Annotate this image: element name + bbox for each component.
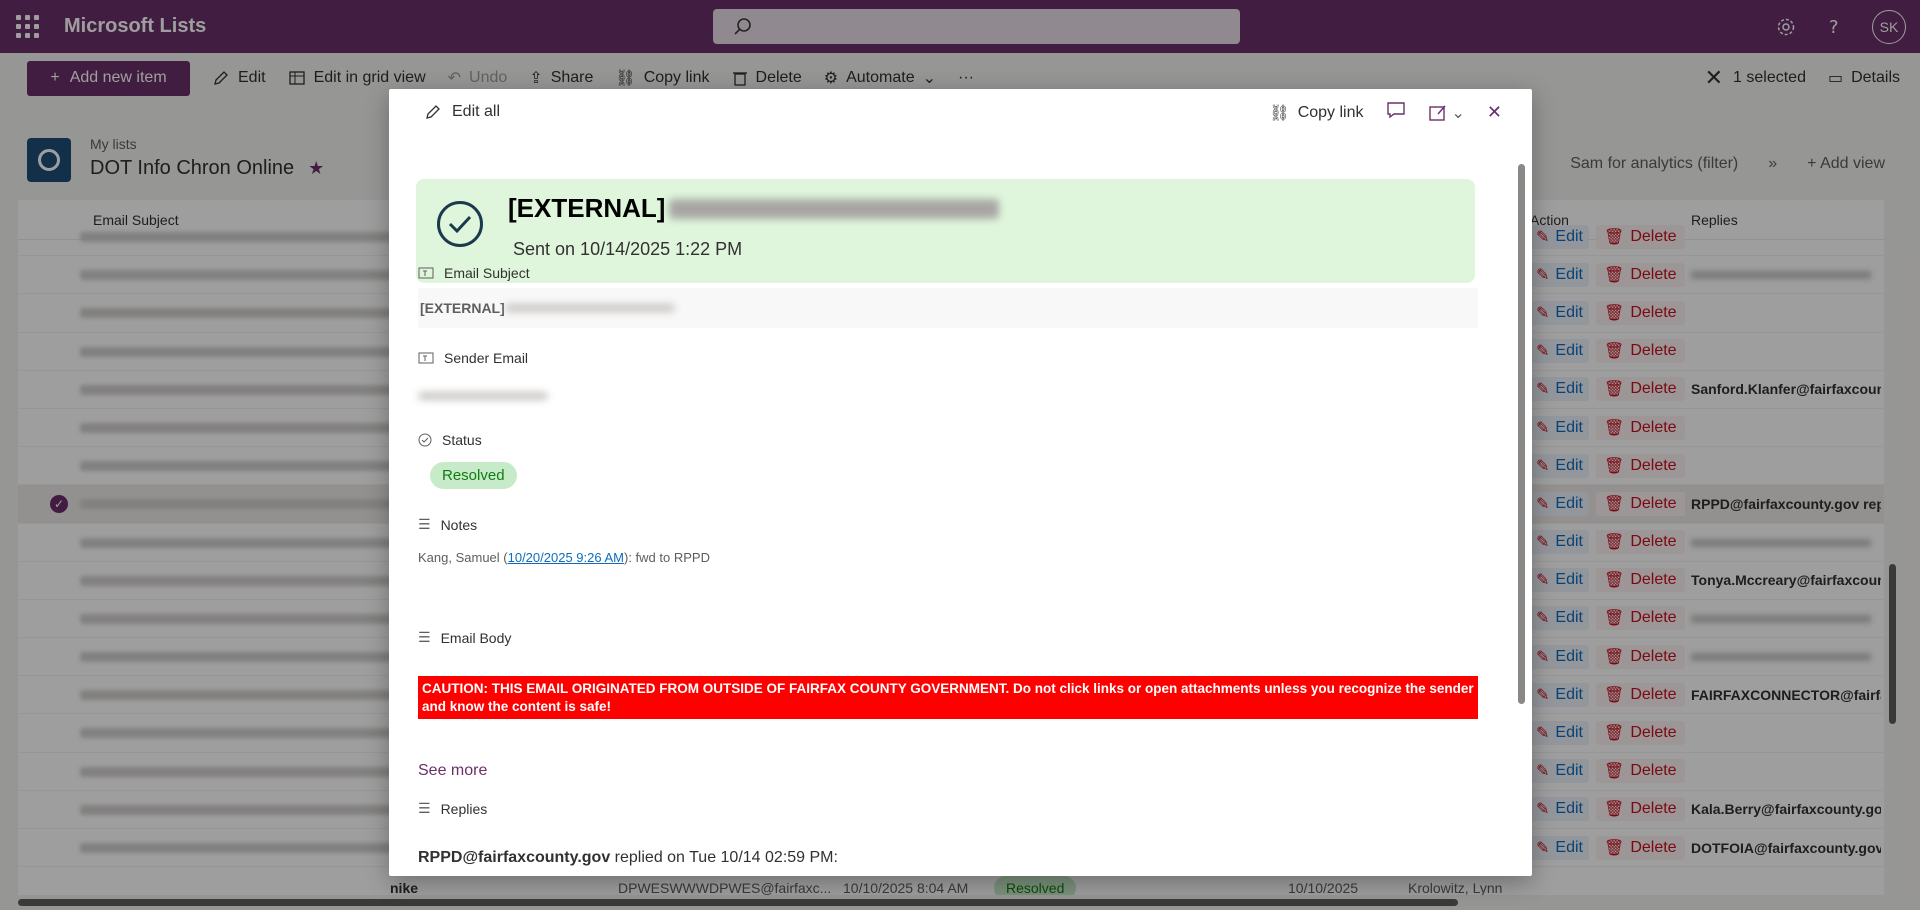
status-badge[interactable]: Resolved [430,462,517,489]
notes-label: ☰ Notes [418,516,477,533]
email-body-label-text: Email Body [440,629,512,646]
email-subject-label: Email Subject [418,265,530,281]
redacted-text [669,198,1000,219]
dialog-scrollbar[interactable] [1516,144,1526,869]
comment-icon[interactable] [1386,101,1406,124]
multiline-text-icon: ☰ [418,629,431,645]
text-field-icon [418,267,434,279]
email-subject-field[interactable]: [EXTERNAL] [418,288,1478,328]
email-subject-value: [EXTERNAL] [420,300,505,316]
sender-email-value[interactable] [418,387,548,403]
check-circle-icon [437,201,483,247]
status-banner: [EXTERNAL] Sent on 10/14/2025 1:22 PM [416,179,1475,283]
text-field-icon [418,352,434,364]
reply-sender: RPPD@fairfaxcounty.gov [418,849,611,866]
banner-title-text: [EXTERNAL] [508,193,666,223]
sender-email-label-text: Sender Email [444,350,529,366]
notes-value[interactable]: Kang, Samuel (10/20/2025 9:26 AM): fwd t… [418,550,710,565]
multiline-text-icon: ☰ [418,516,431,532]
close-icon[interactable]: ✕ [1487,102,1502,123]
see-more-link[interactable]: See more [418,762,487,780]
redacted-text [418,392,548,400]
item-dialog: Edit all ⛓ Copy link ⌄ ✕ [EXTERNAL] Sent [389,89,1532,876]
check-circle-icon [418,433,432,447]
replies-label-text: Replies [440,800,488,817]
link-icon: ⛓ [1269,104,1290,122]
dialog-toolbar: Edit all ⛓ Copy link ⌄ ✕ [389,89,1532,139]
dialog-copy-link-button[interactable]: ⛓ Copy link [1269,103,1363,123]
form-options-icon[interactable]: ⌄ [1428,103,1465,123]
caution-banner: CAUTION: THIS EMAIL ORIGINATED FROM OUTS… [418,676,1478,719]
status-label: Status [418,432,482,448]
notes-label-text: Notes [440,516,478,533]
pencil-icon [426,105,440,119]
banner-title: [EXTERNAL] [508,193,1000,224]
notes-author: Kang, Samuel ( [418,550,508,565]
multiline-text-icon: ☰ [418,800,431,816]
chevron-down-icon: ⌄ [1451,104,1465,122]
copy-link-label: Copy link [1297,103,1364,121]
notes-text: ): fwd to RPPD [623,550,710,565]
status-label-text: Status [442,432,482,448]
redacted-text [504,304,675,312]
sender-email-label: Sender Email [418,350,528,366]
email-subject-label-text: Email Subject [444,265,530,281]
notes-timestamp-link[interactable]: 10/20/2025 9:26 AM [508,550,624,565]
email-body-label: ☰ Email Body [418,629,511,646]
replies-label: ☰ Replies [418,800,487,817]
edit-all-label: Edit all [452,103,501,120]
banner-sent-date: Sent on 10/14/2025 1:22 PM [513,239,743,259]
reply-entry: RPPD@fairfaxcounty.gov replied on Tue 10… [418,849,838,867]
edit-all-button[interactable]: Edit all [424,103,500,121]
reply-text: replied on Tue 10/14 02:59 PM: [610,849,838,866]
